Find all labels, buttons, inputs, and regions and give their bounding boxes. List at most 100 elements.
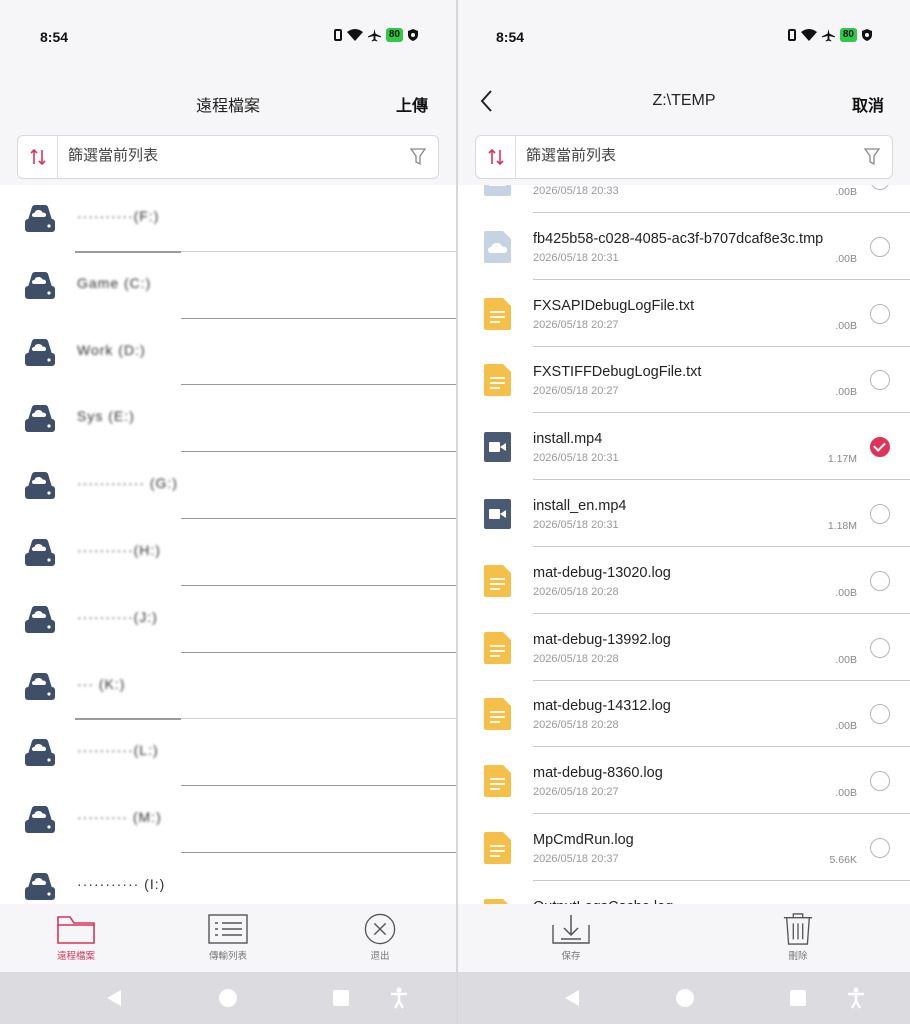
data-saver-icon bbox=[408, 29, 418, 41]
vibrate-icon bbox=[787, 29, 796, 41]
airplane-icon bbox=[367, 28, 381, 42]
cloud-drive-icon bbox=[25, 605, 55, 633]
close-circle-icon bbox=[364, 913, 396, 945]
nav-home-icon[interactable] bbox=[675, 989, 695, 1009]
file-list-item[interactable]: mat-debug-13992.log 2026/05/18 20:28 .00B bbox=[458, 614, 910, 681]
drive-list-item[interactable]: ··········(L:) bbox=[0, 719, 456, 785]
cloud-drive-icon bbox=[25, 539, 55, 566]
save-label: 保存 bbox=[561, 951, 581, 962]
drive-list-item[interactable]: ············ (G:) bbox=[0, 452, 456, 518]
list-icon bbox=[208, 914, 248, 944]
nav-recents-icon[interactable] bbox=[332, 989, 350, 1007]
save-button[interactable]: 保存 bbox=[516, 910, 626, 970]
document-file-icon bbox=[484, 698, 511, 731]
file-list-item[interactable]: FXSAPIDebugLogFile.txt 2026/05/18 20:27 .0… bbox=[458, 280, 910, 347]
drive-list-item[interactable]: Sys (E:) bbox=[0, 385, 456, 451]
cloud-drive-icon bbox=[25, 405, 55, 433]
drive-list-item[interactable]: Work (D:) bbox=[0, 319, 456, 385]
file-date: 2026/05/18 20:31 bbox=[533, 519, 619, 531]
drive-label: Sys (E:) bbox=[77, 408, 135, 425]
filter-icon[interactable] bbox=[410, 148, 426, 166]
file-list-item[interactable]: fb425b58-c028-4085-ac3f-b707dcaf8e3c.tmp… bbox=[458, 213, 910, 280]
select-radio[interactable] bbox=[870, 637, 890, 658]
download-icon bbox=[552, 915, 590, 944]
file-date: 2026/05/18 20:27 bbox=[533, 318, 619, 331]
sort-button[interactable] bbox=[476, 136, 516, 178]
drive-list-item[interactable]: ··········(F:) bbox=[0, 185, 456, 251]
select-radio[interactable] bbox=[870, 504, 890, 524]
filter-bar bbox=[17, 135, 439, 179]
cloud-drive-icon bbox=[25, 806, 55, 834]
file-list-item[interactable]: mat-debug-8360.log 2026/05/18 20:27 .00B bbox=[458, 747, 910, 815]
page-title: 遠程檔案 bbox=[195, 98, 260, 115]
select-radio[interactable] bbox=[870, 303, 890, 324]
file-list-item[interactable]: MpCmdRun.log 2026/05/18 20:37 5.66K bbox=[458, 814, 910, 881]
delete-button[interactable]: 刪除 bbox=[743, 910, 853, 970]
file-name: mat-debug-8360.log bbox=[533, 765, 663, 782]
select-radio[interactable] bbox=[870, 236, 890, 257]
cloud-drive-icon bbox=[25, 205, 55, 232]
remote-files-screen: 8:54 80 遠程檔案 上傳 ··········(F:) Game (C:) W… bbox=[0, 0, 456, 1024]
folder-contents-screen: 8:54 80 Z:\TEMP 取消 2026/05/18 20:33.00Bf… bbox=[458, 0, 910, 1024]
drive-list-item[interactable]: ··········· (I:) bbox=[0, 853, 456, 904]
drive-label: ············ (G:) bbox=[77, 475, 178, 492]
nav-home-icon[interactable] bbox=[218, 989, 238, 1009]
drive-label: Work (D:) bbox=[77, 341, 146, 358]
filter-input[interactable] bbox=[68, 147, 398, 164]
select-radio[interactable] bbox=[870, 704, 890, 725]
delete-label: 刪除 bbox=[788, 951, 808, 962]
trash-icon bbox=[783, 913, 813, 945]
file-size: .00B bbox=[835, 787, 857, 800]
file-list: 2026/05/18 20:33.00B fb425b58-c028-4085-a… bbox=[458, 185, 910, 904]
folder-path-title: Z:\TEMP bbox=[652, 92, 716, 109]
select-radio[interactable] bbox=[870, 185, 890, 190]
tab-transfer-list[interactable]: 傳輸列表 bbox=[173, 910, 283, 970]
bottom-tab-bar: 遠程檔案 傳輸列表 退出 bbox=[0, 904, 456, 972]
file-list-item[interactable]: 2026/05/18 20:33 .00B bbox=[458, 185, 910, 213]
tab-exit[interactable]: 退出 bbox=[325, 910, 435, 970]
cancel-button[interactable]: 取消 bbox=[852, 92, 884, 116]
file-size: .00B bbox=[835, 586, 857, 599]
status-bar: 8:54 80 bbox=[458, 0, 910, 74]
select-radio[interactable] bbox=[870, 437, 890, 458]
filter-input[interactable] bbox=[526, 147, 852, 164]
nav-back-icon[interactable] bbox=[105, 989, 123, 1007]
nav-recents-icon[interactable] bbox=[789, 989, 807, 1007]
drive-list-item[interactable]: ··········(J:) bbox=[0, 586, 456, 652]
file-name: FXSTIFFDebugLogFile.txt bbox=[533, 364, 702, 381]
select-radio[interactable] bbox=[870, 570, 890, 591]
status-bar: 8:54 80 bbox=[0, 0, 456, 74]
file-name: mat-debug-13020.log bbox=[533, 564, 671, 581]
file-list-item[interactable]: install_en.mp4 2026/05/18 20:31 1.18M bbox=[458, 480, 910, 547]
status-time: 8:54 bbox=[496, 29, 525, 45]
file-list-item[interactable]: mat-debug-13020.log 2026/05/18 20:28 .00B bbox=[458, 547, 910, 614]
header: 遠程檔案 上傳 bbox=[0, 80, 456, 124]
file-list-item[interactable]: install.mp4 2026/05/18 20:31 1.17M bbox=[458, 413, 910, 481]
select-radio[interactable] bbox=[870, 838, 890, 858]
battery-indicator: 80 bbox=[839, 28, 857, 42]
file-date: 2026/05/18 20:28 bbox=[533, 719, 619, 732]
select-radio[interactable] bbox=[870, 370, 890, 391]
file-date: 2026/05/18 20:33 bbox=[533, 185, 619, 197]
cloud-drive-icon bbox=[25, 271, 55, 299]
drive-list-item[interactable]: ··· (K:) bbox=[0, 653, 456, 719]
airplane-icon bbox=[821, 28, 835, 42]
drive-list-item[interactable]: ········· (M:) bbox=[0, 786, 456, 852]
sort-button[interactable] bbox=[18, 136, 58, 178]
file-list-item[interactable]: OutputLogsCache.log bbox=[458, 881, 910, 904]
select-radio[interactable] bbox=[870, 771, 890, 792]
file-list-item[interactable]: mat-debug-14312.log 2026/05/18 20:28 .00B bbox=[458, 680, 910, 748]
filter-icon[interactable] bbox=[864, 148, 880, 166]
cloud-drive-icon bbox=[25, 472, 55, 500]
upload-button[interactable]: 上傳 bbox=[396, 92, 428, 116]
tab-remote-files[interactable]: 遠程檔案 bbox=[21, 910, 131, 970]
nav-back-icon[interactable] bbox=[563, 989, 581, 1007]
file-date: 2026/05/18 20:28 bbox=[533, 652, 619, 665]
tab-label: 退出 bbox=[370, 951, 390, 962]
drive-list-item[interactable]: Game (C:) bbox=[0, 252, 456, 318]
drive-list-item[interactable]: ··········(H:) bbox=[0, 519, 456, 585]
file-list-item[interactable]: FXSTIFFDebugLogFile.txt 2026/05/18 20:27.… bbox=[458, 346, 910, 414]
file-size: .00B bbox=[835, 386, 857, 399]
accessibility-icon[interactable] bbox=[846, 987, 866, 1009]
accessibility-icon[interactable] bbox=[389, 987, 409, 1009]
